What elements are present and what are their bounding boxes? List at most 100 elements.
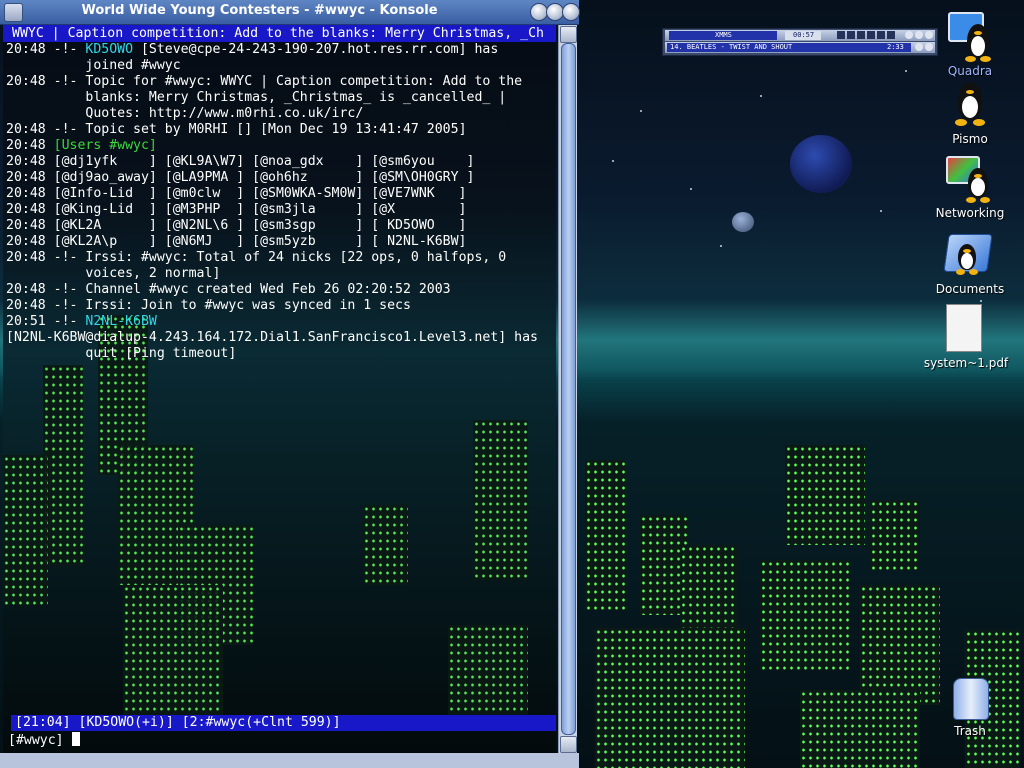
irc-line-text: [@King-Lid ] [@M3PHP ] [@sm3jla ] [@X ] [53,202,467,217]
irc-line: voices, 2 normal] [6,266,220,282]
xmms-playlist-button[interactable] [915,43,923,51]
irc-line: blanks: Merry Christmas, _Christmas_ is … [6,90,506,106]
desktop-icon-pismo[interactable]: Pismo [935,80,1005,148]
tux-icon [966,168,990,204]
irc-line-text: [N2NL-K6BW@dialup-4.243.164.172.Dial1.Sa… [6,330,538,345]
text-cursor [71,732,80,746]
scroll-down-arrow[interactable] [560,736,577,753]
irc-line: quit [Ping timeout] [6,346,236,362]
irc-nick: KD5OWO [85,42,134,57]
desktop-icon-system-pdf[interactable]: system~1.pdf [918,302,1014,372]
building [860,585,940,705]
irc-line: 20:48 [@KL2A\p ] [@N6MJ ] [@sm5yzb ] [ N… [6,234,467,250]
irc-line: Quotes: http://www.m0rhi.co.uk/irc/ [6,106,363,122]
irc-line-text: quit [Ping timeout] [85,346,237,361]
irc-line-text: Irssi: Join to #wwyc was synced in 1 sec… [85,298,411,313]
planet-small [732,212,754,232]
irc-line-prefix: 20:48 -!- [6,250,86,265]
irc-line-text: Topic set by M0RHI [] [Mon Dec 19 13:41:… [85,122,467,137]
xmms-close-button[interactable] [925,31,933,39]
desktop-icon-quadra[interactable]: Quadra [935,10,1005,80]
irc-line: joined #wwyc [6,58,181,74]
irc-line: 20:48 -!- Channel #wwyc created Wed Feb … [6,282,451,298]
irc-line-text: Channel #wwyc created Wed Feb 26 02:20:5… [85,282,451,297]
tux-icon [965,24,991,64]
irc-line-text: Topic for #wwyc: WWYC | Caption competit… [85,74,523,89]
xmms-eq-button[interactable] [925,43,933,51]
irc-line: 20:48 [@dj1yfk ] [@KL9A\W7] [@noa_gdx ] … [6,154,474,170]
irc-nick: N2NL-K6BW [85,314,157,329]
irc-line: 20:48 -!- Topic for #wwyc: WWYC | Captio… [6,74,522,90]
desktop-icon-label: Documents [935,282,1005,296]
irc-line-prefix [6,266,85,281]
scroll-up-arrow[interactable] [560,26,577,43]
window-title: World Wide Young Contesters - #wwyc - Ko… [81,3,438,18]
irc-line-text: [@dj1yfk ] [@KL9A\W7] [@noa_gdx ] [@sm6y… [53,154,475,169]
irc-topic-bar: WWYC | Caption competition: Add to the b… [3,25,556,42]
irc-line-text: joined #wwyc [85,58,181,73]
irc-line: 20:48 -!- Irssi: Join to #wwyc was synce… [6,298,411,314]
building [43,365,83,565]
irc-line-prefix: 20:48 [6,234,54,249]
close-button[interactable] [562,3,580,21]
building [760,560,850,670]
xmms-time: 00:57 [793,31,815,39]
irc-line-prefix [6,58,85,73]
irc-line-text: [@dj9ao_away] [@LA9PMA ] [@oh6hz ] [@SM\… [53,170,475,185]
irc-prompt: [#wwyc] [8,733,72,748]
desktop-icon-trash[interactable]: Trash [935,674,1005,744]
irc-line-prefix: 20:48 [6,154,54,169]
scrollbar-thumb[interactable] [561,43,576,735]
irc-status-bar: [21:04] [KD5OWO(+i)] [2:#wwyc(+Clnt 599)… [11,715,556,731]
irc-line-prefix: 20:48 -!- [6,282,86,297]
irc-line-prefix: 20:48 [6,218,54,233]
title-bar[interactable]: World Wide Young Contesters - #wwyc - Ko… [0,0,580,25]
building [473,420,528,580]
desktop-icon-label: Pismo [952,132,988,146]
terminal-scrollbar[interactable] [558,25,577,753]
irc-input-line[interactable]: [#wwyc] [8,732,80,749]
building [595,628,745,768]
irc-line-prefix: 20:48 -!- [6,42,86,57]
desktop-icon-label: system~1.pdf [923,356,1009,370]
building [363,505,408,585]
building [585,460,625,610]
desktop-icon-label: Trash [954,724,986,738]
desktop-icon-label: Networking [935,206,1005,220]
trash-icon [953,678,989,720]
tux-icon [956,244,978,276]
pdf-document-icon [946,304,982,352]
pause-button[interactable] [857,31,865,39]
xmms-minimize-button[interactable] [905,31,913,39]
building [800,690,920,768]
irc-line: [N2NL-K6BW@dialup-4.243.164.172.Dial1.Sa… [6,330,538,346]
terminal-area[interactable]: WWYC | Caption competition: Add to the b… [3,25,556,753]
stop-button[interactable] [867,31,875,39]
xmms-track: 14. BEATLES - TWIST AND SHOUT [670,43,793,51]
window-frame-bottom[interactable] [0,753,579,768]
building [123,585,223,715]
irc-line-text: [@KL2A ] [@N2NL\6 ] [@sm3sgp ] [ KD5OWO … [53,218,467,233]
irc-line: 20:48 [@dj9ao_away] [@LA9PMA ] [@oh6hz ]… [6,170,474,186]
irc-line: 20:48 [Users #wwyc] [6,138,157,154]
building [870,500,920,570]
next-button[interactable] [877,31,885,39]
konsole-window[interactable]: World Wide Young Contesters - #wwyc - Ko… [0,0,580,768]
irc-line-text: [@Info-Lid ] [@m0clw ] [@SM0WKA-SM0W] [@… [53,186,467,201]
xmms-player[interactable]: XMMS 00:57 14. BEATLES - TWIST AND SHOUT… [662,28,938,56]
irc-line-prefix: 20:48 -!- [6,122,86,137]
irc-line-prefix: 20:48 [6,202,54,217]
eject-button[interactable] [887,31,895,39]
irc-line-prefix: 20:48 [6,138,54,153]
building [3,455,48,605]
desktop-icon-label: Quadra [947,64,993,78]
prev-button[interactable] [837,31,845,39]
irc-line-text: [Steve@cpe-24-243-190-207.hot.res.rr.com… [133,42,499,57]
desktop-icon-documents[interactable]: Documents [928,228,1012,298]
irc-line: 20:48 [@Info-Lid ] [@m0clw ] [@SM0WKA-SM… [6,186,467,202]
xmms-bottom-row: 14. BEATLES - TWIST AND SHOUT 2:33 [665,42,935,53]
play-button[interactable] [847,31,855,39]
desktop-icon-networking[interactable]: Networking [928,152,1012,222]
xmms-shade-button[interactable] [915,31,923,39]
building [785,445,865,545]
